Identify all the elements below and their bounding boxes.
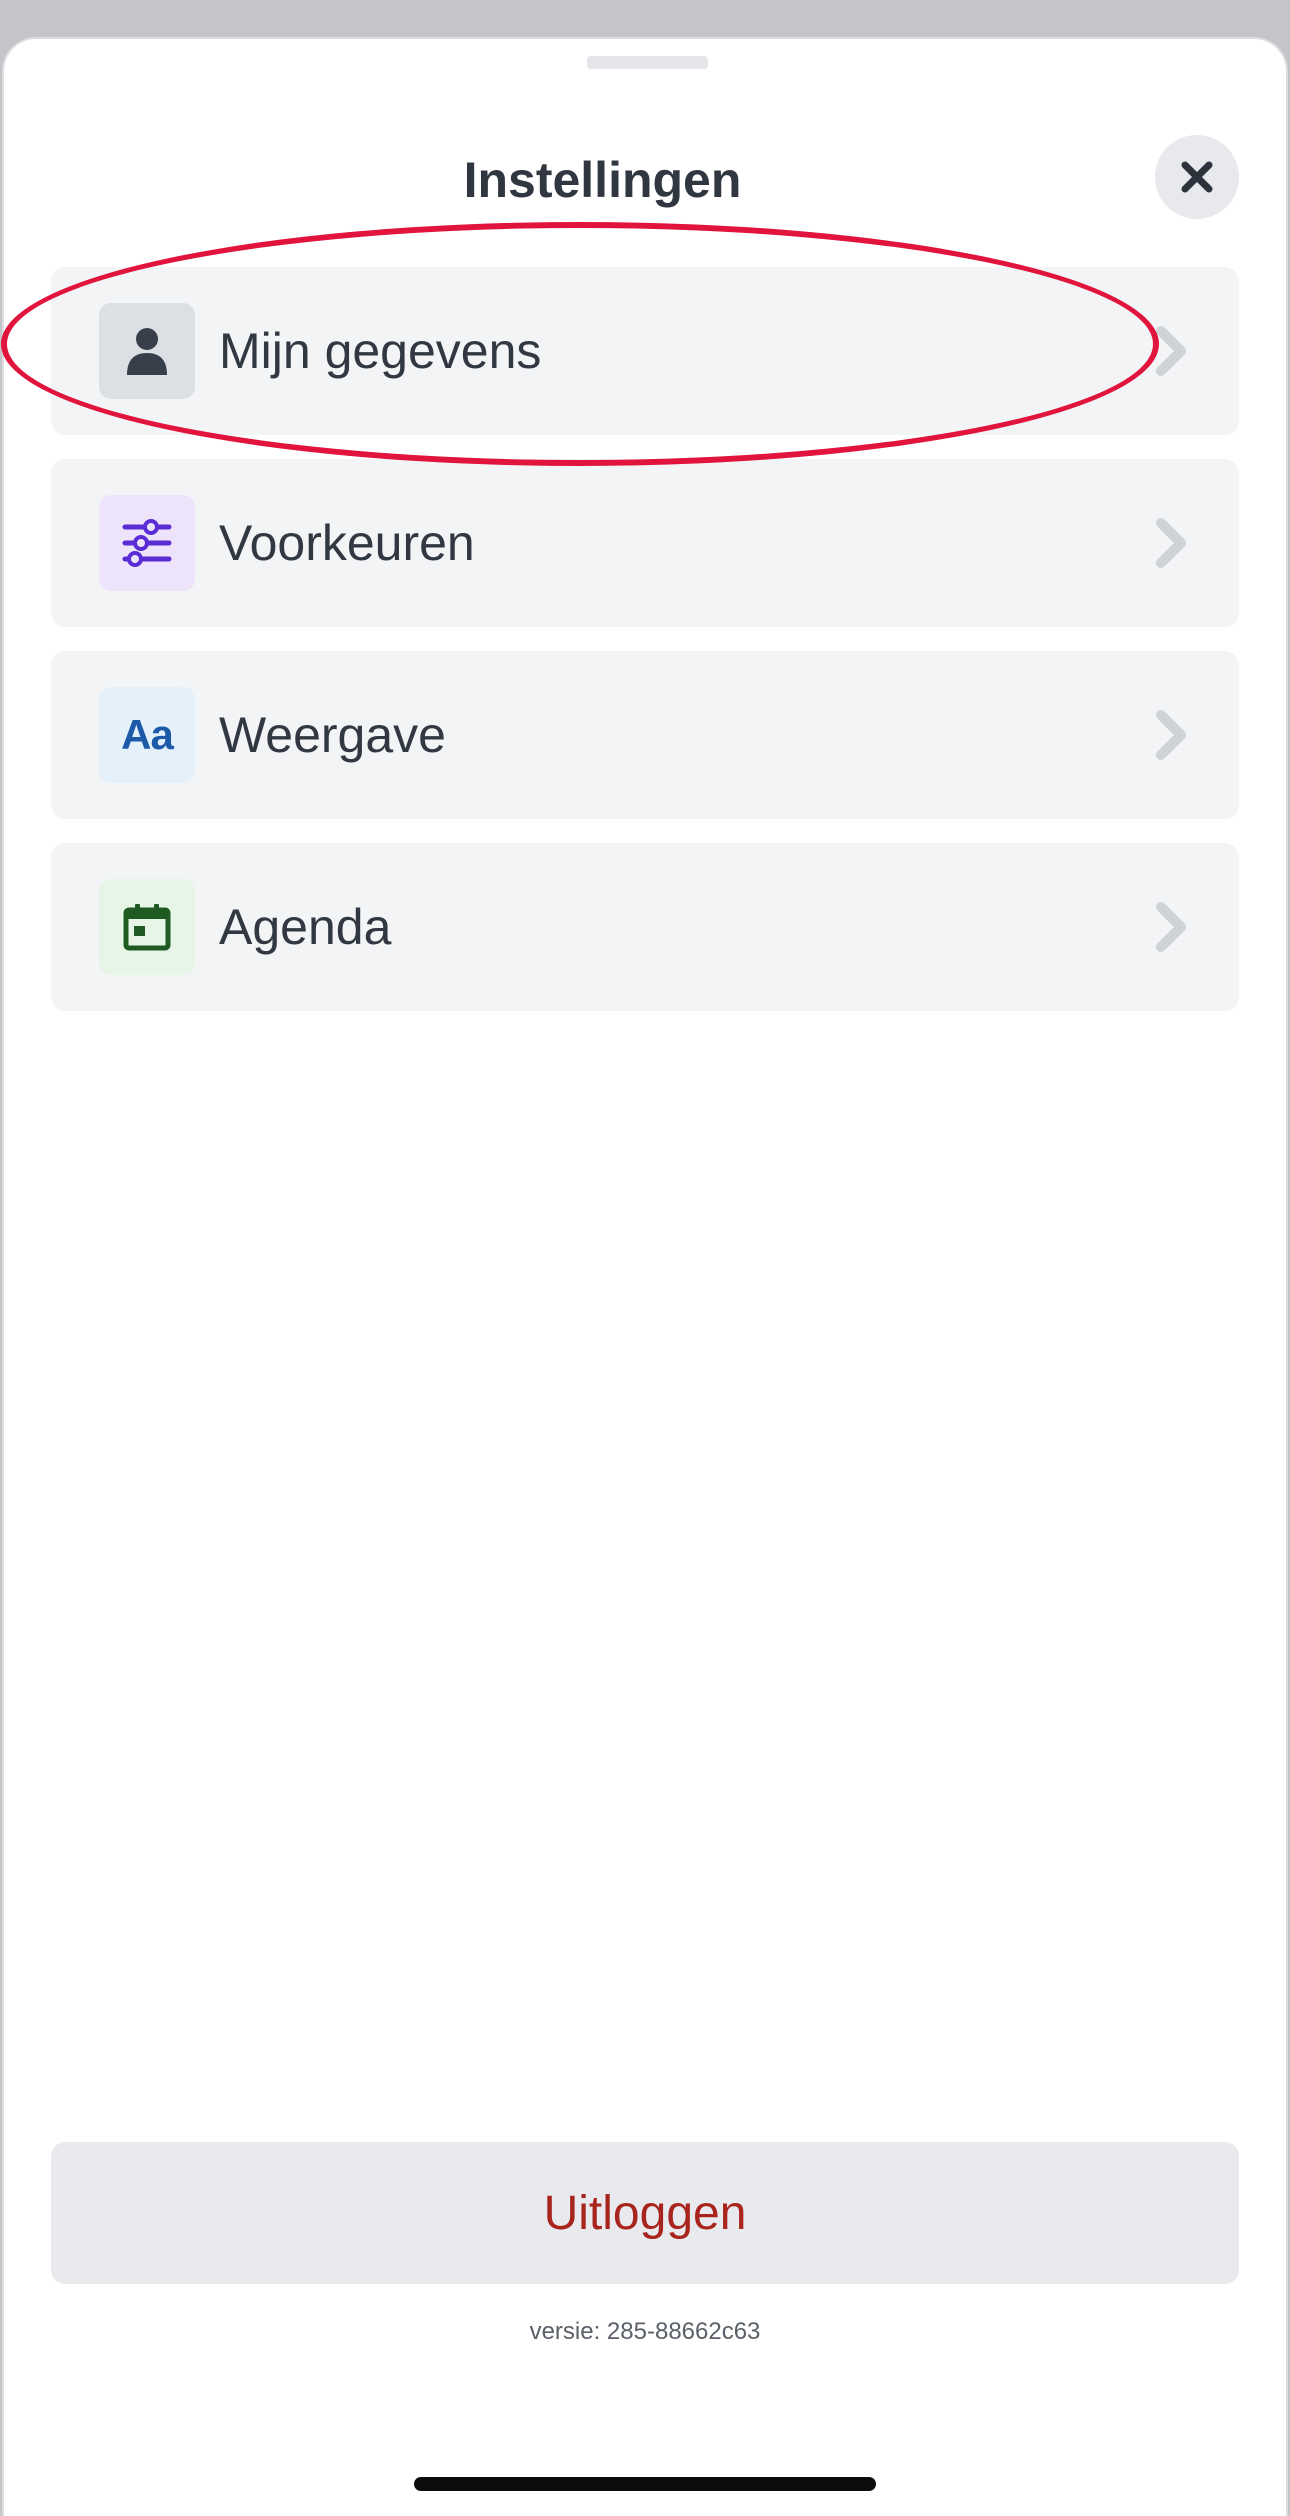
menu-item-agenda[interactable]: Agenda	[51, 843, 1239, 1011]
text-size-icon: Aa	[121, 711, 174, 758]
menu-item-mijn-gegevens[interactable]: Mijn gegevens	[51, 267, 1239, 435]
menu-item-voorkeuren[interactable]: Voorkeuren	[51, 459, 1239, 627]
chevron-right-icon	[1156, 902, 1186, 952]
sheet-grabber[interactable]	[587, 56, 708, 69]
sliders-icon	[122, 519, 172, 567]
logout-label: Uitloggen	[543, 2186, 747, 2240]
menu-item-icon-box	[99, 495, 195, 591]
version-text: versie: 285-88662c63	[529, 2318, 761, 2345]
menu-item-label: Voorkeuren	[219, 515, 475, 571]
logout-button[interactable]: Uitloggen	[51, 2142, 1239, 2284]
person-icon	[127, 328, 167, 375]
menu-item-label: Agenda	[219, 899, 392, 955]
close-icon	[1181, 161, 1213, 193]
menu-item-label: Mijn gegevens	[219, 323, 542, 379]
close-button[interactable]	[1155, 135, 1239, 219]
menu-item-icon-box	[99, 303, 195, 399]
menu-item-label: Weergave	[219, 707, 446, 763]
menu-item-icon-box	[99, 879, 195, 975]
chevron-right-icon	[1156, 518, 1186, 568]
home-indicator[interactable]	[414, 2477, 876, 2491]
menu-item-icon-box: Aa	[99, 687, 195, 783]
menu-item-weergave[interactable]: Aa Weergave	[51, 651, 1239, 819]
chevron-right-icon	[1156, 710, 1186, 760]
chevron-right-icon	[1156, 326, 1186, 376]
calendar-icon	[123, 904, 171, 951]
page-title: Instellingen	[463, 152, 742, 208]
